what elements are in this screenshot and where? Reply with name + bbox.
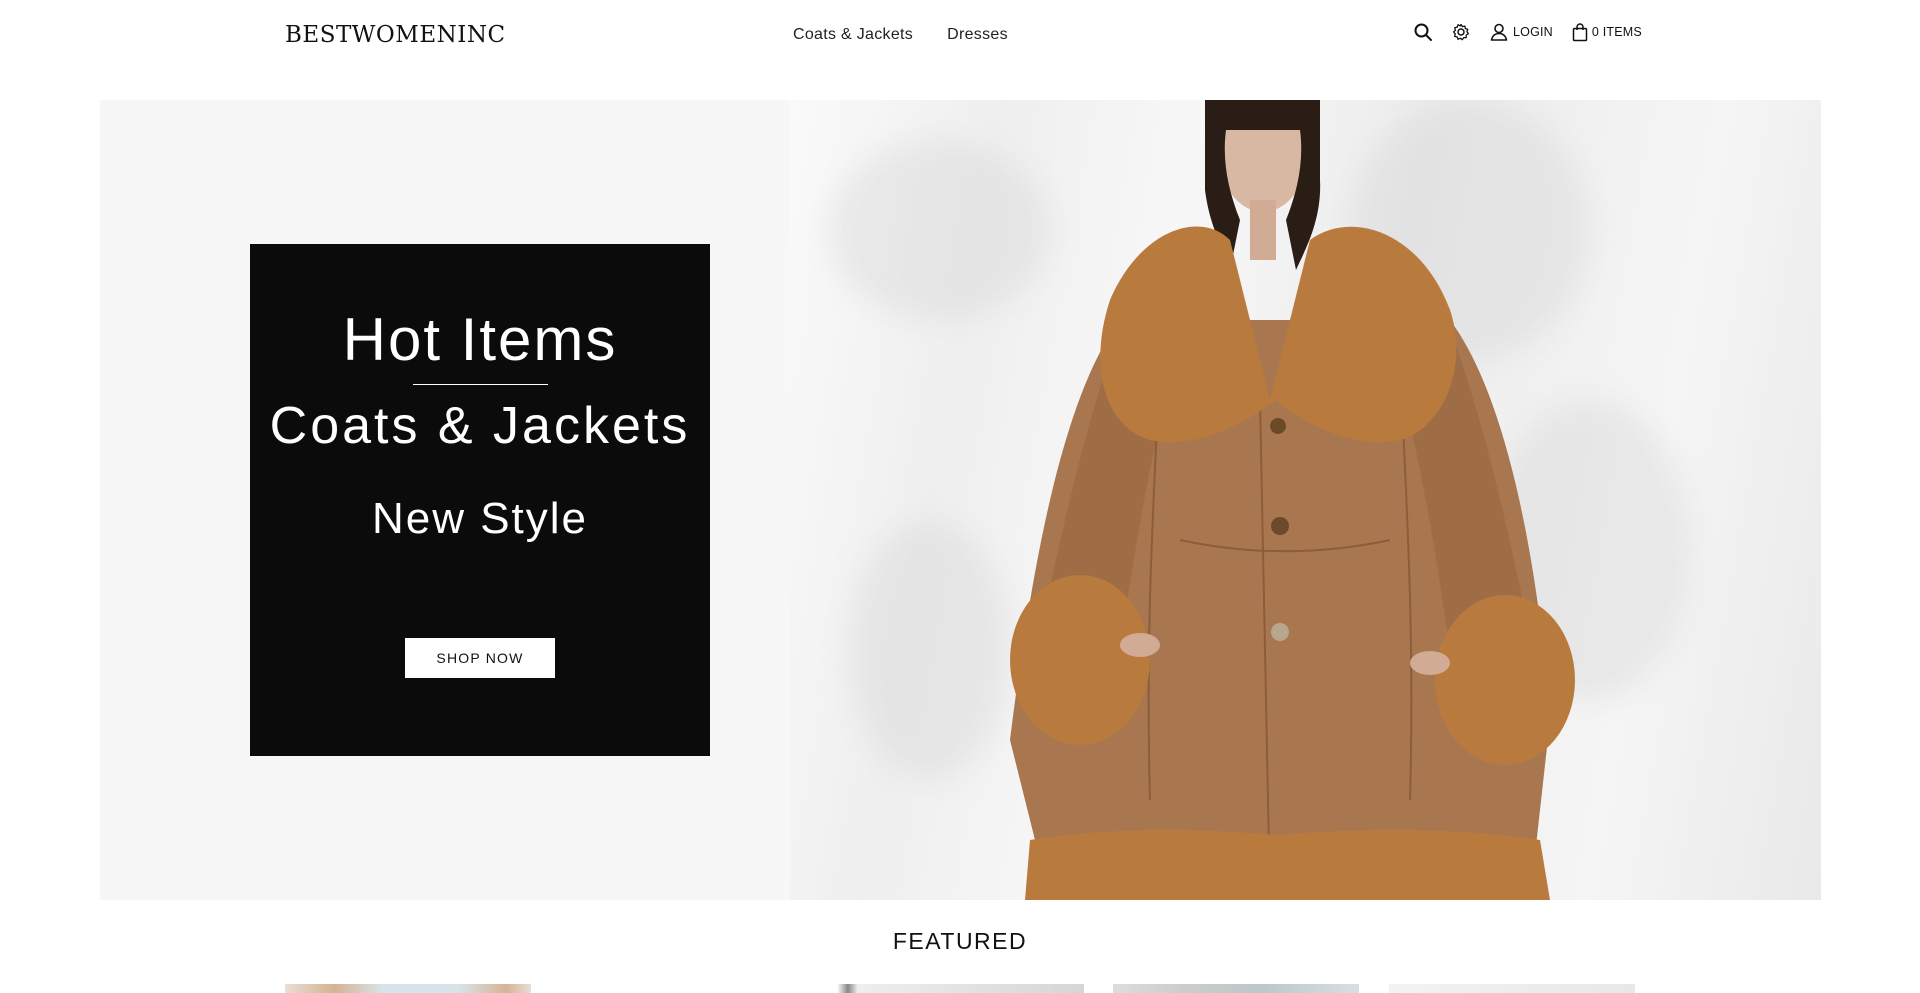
nav-dresses[interactable]: Dresses [947,24,1008,46]
hero-subtitle: Coats & Jackets [269,397,691,455]
promo-panel: Hot Items Coats & Jackets New Style SHOP… [250,244,710,756]
hero-title: Hot Items [342,306,618,373]
hero-divider [413,384,548,385]
gear-icon[interactable] [1451,22,1471,42]
site-header: BESTWOMENINC Coats & Jackets Dresses LOG… [0,0,1920,72]
product-thumbnail[interactable] [1389,984,1635,993]
main-nav: Coats & Jackets Dresses [793,24,1008,46]
hero-tagline: New Style [371,494,589,543]
featured-heading: FEATURED [892,928,1028,954]
search-icon[interactable] [1413,22,1433,42]
brand-logo[interactable]: BESTWOMENINC [285,20,506,50]
cart-button[interactable]: 0 ITEMS [1572,22,1642,42]
header-actions: LOGIN 0 ITEMS [1413,22,1642,42]
login-label: LOGIN [1513,25,1553,39]
cart-count: 0 ITEMS [1591,25,1642,39]
nav-coats-jackets[interactable]: Coats & Jackets [793,24,913,46]
login-button[interactable]: LOGIN [1489,22,1553,42]
product-thumbnail[interactable] [1113,984,1359,993]
product-thumbnail[interactable] [838,984,1084,993]
shop-now-button[interactable]: SHOP NOW [405,638,555,678]
shopping-bag-icon [1572,22,1588,41]
product-thumbnail[interactable] [285,984,531,993]
hero-banner[interactable]: Hot Items Coats & Jackets New Style SHOP… [100,100,1821,900]
user-icon [1490,23,1508,41]
